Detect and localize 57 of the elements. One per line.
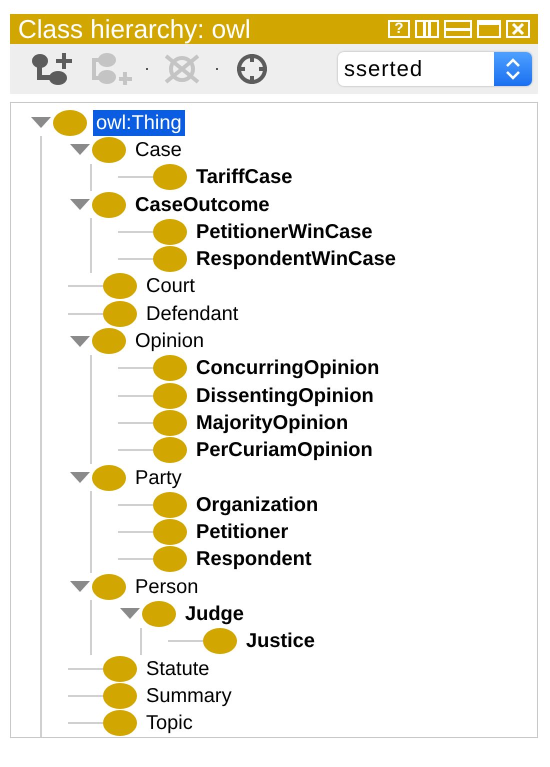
class-circle-icon — [153, 546, 187, 572]
class-label[interactable]: CaseOutcome — [132, 192, 272, 218]
window-title: Class hierarchy: owl — [18, 14, 252, 44]
class-label[interactable]: Opinion — [132, 328, 207, 354]
class-circle-icon — [153, 437, 187, 464]
class-circle-icon — [92, 574, 126, 600]
class-circle-icon — [153, 519, 187, 546]
add-subclass-icon — [30, 52, 74, 86]
minimize-icon[interactable] — [444, 20, 472, 38]
class-circle-icon — [153, 246, 187, 272]
class-circle-icon — [203, 628, 237, 654]
class-label[interactable]: ConcurringOpinion — [193, 355, 382, 382]
delete-icon — [162, 52, 202, 86]
class-circle-icon — [53, 110, 87, 136]
class-label[interactable]: PerCuriamOpinion — [193, 437, 376, 464]
crosshair-icon — [234, 52, 270, 86]
class-label[interactable]: owl:Thing — [93, 110, 185, 136]
class-circle-icon — [142, 600, 176, 627]
class-label[interactable]: Petitioner — [193, 519, 292, 546]
add-sibling-icon — [89, 52, 135, 86]
class-label[interactable]: DissentingOpinion — [193, 382, 377, 409]
class-label[interactable]: Person — [132, 574, 202, 600]
split-icon[interactable] — [415, 20, 439, 38]
class-circle-icon — [153, 492, 187, 518]
class-label[interactable]: Statute — [143, 656, 212, 682]
class-label[interactable]: Topic — [143, 710, 196, 736]
class-label[interactable]: TariffCase — [193, 164, 296, 190]
class-circle-icon — [153, 382, 187, 409]
class-label[interactable]: Summary — [143, 682, 235, 709]
class-circle-icon — [153, 410, 187, 436]
class-circle-icon — [92, 464, 126, 490]
class-circle-icon — [103, 300, 137, 327]
class-circle-icon — [103, 682, 137, 709]
class-circle-icon — [103, 656, 137, 682]
view-select[interactable]: sserted — [338, 52, 532, 86]
class-label[interactable]: RespondentWinCase — [193, 246, 399, 272]
class-label[interactable]: MajorityOpinion — [193, 410, 352, 436]
class-label[interactable]: Respondent — [193, 546, 315, 572]
class-label[interactable]: Party — [132, 464, 185, 490]
class-circle-icon — [153, 218, 187, 245]
class-circle-icon — [92, 328, 126, 354]
class-label[interactable]: Court — [143, 273, 198, 300]
class-label[interactable]: Organization — [193, 492, 322, 518]
class-label[interactable]: Defendant — [143, 300, 242, 327]
stepper-icon — [504, 56, 522, 82]
class-circle-icon — [92, 136, 126, 163]
close-icon[interactable] — [506, 20, 530, 38]
class-label[interactable]: Case — [132, 136, 185, 163]
class-label[interactable]: PetitionerWinCase — [193, 218, 376, 245]
class-circle-icon — [103, 710, 137, 736]
class-label[interactable]: Justice — [243, 628, 318, 654]
class-circle-icon — [153, 164, 187, 190]
class-circle-icon — [92, 192, 126, 218]
class-circle-icon — [103, 273, 137, 300]
class-label[interactable]: Judge — [182, 600, 247, 627]
class-circle-icon — [153, 355, 187, 382]
maximize-icon[interactable] — [477, 20, 501, 38]
